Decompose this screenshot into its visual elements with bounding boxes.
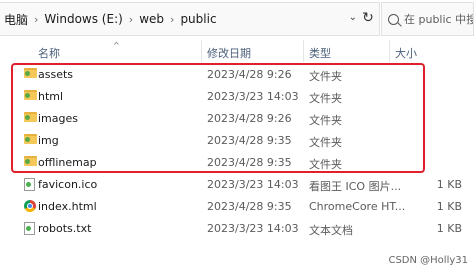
file-date: 2023/3/23 14:03 xyxy=(207,222,299,235)
text-file-icon xyxy=(24,222,35,235)
breadcrumb-separator-icon[interactable]: › xyxy=(127,13,135,26)
file-size: 1 KB xyxy=(436,222,462,235)
file-row[interactable]: robots.txt 2023/3/23 14:03 文本文档 1 KB xyxy=(0,218,474,240)
breadcrumb-this-pc[interactable]: 电脑 xyxy=(0,11,32,28)
file-date: 2023/3/23 14:03 xyxy=(207,178,299,191)
column-divider[interactable] xyxy=(389,40,390,62)
file-row[interactable]: favicon.ico 2023/3/23 14:03 看图王 ICO 图片..… xyxy=(0,174,474,196)
file-size: 1 KB xyxy=(436,200,462,213)
refresh-icon[interactable]: ↻ xyxy=(360,10,376,26)
breadcrumb-web[interactable]: web xyxy=(135,12,168,26)
column-divider[interactable] xyxy=(201,40,202,62)
file-size: 1 KB xyxy=(436,178,462,191)
highlight-rectangle xyxy=(11,63,425,173)
column-date-modified[interactable]: 修改日期 xyxy=(207,45,251,61)
search-icon xyxy=(388,13,399,25)
breadcrumb-separator-icon[interactable]: › xyxy=(168,13,176,26)
file-name: robots.txt xyxy=(38,222,92,235)
column-type[interactable]: 类型 xyxy=(309,45,331,61)
chrome-html-icon xyxy=(24,200,36,212)
column-header: 名称 修改日期 类型 大小 xyxy=(0,40,474,62)
search-placeholder: 在 public 中搜索 xyxy=(404,13,473,26)
file-type: 看图王 ICO 图片... xyxy=(309,180,402,193)
breadcrumb-public[interactable]: public xyxy=(176,12,220,26)
breadcrumb-drive-e[interactable]: Windows (E:) xyxy=(40,12,126,26)
address-bar[interactable]: 电脑 › Windows (E:) › web › public ⌄ ↻ xyxy=(0,2,380,36)
breadcrumb-separator-icon[interactable]: › xyxy=(32,13,40,26)
file-date: 2023/4/28 9:35 xyxy=(207,200,292,213)
column-name[interactable]: 名称 xyxy=(38,45,60,61)
file-name: favicon.ico xyxy=(38,178,98,191)
watermark: CSDN @Holly31 xyxy=(388,255,468,266)
file-row[interactable]: index.html 2023/4/28 9:35 ChromeCore HT.… xyxy=(0,196,474,218)
column-size[interactable]: 大小 xyxy=(395,45,417,61)
column-divider[interactable] xyxy=(303,40,304,62)
ico-file-icon xyxy=(24,178,35,191)
file-type: ChromeCore HT... xyxy=(309,200,406,213)
address-history-chevron-down-icon[interactable]: ⌄ xyxy=(349,12,357,23)
search-box[interactable]: 在 public 中搜索 xyxy=(381,2,474,36)
file-name: index.html xyxy=(38,200,97,213)
file-type: 文本文档 xyxy=(309,224,353,237)
